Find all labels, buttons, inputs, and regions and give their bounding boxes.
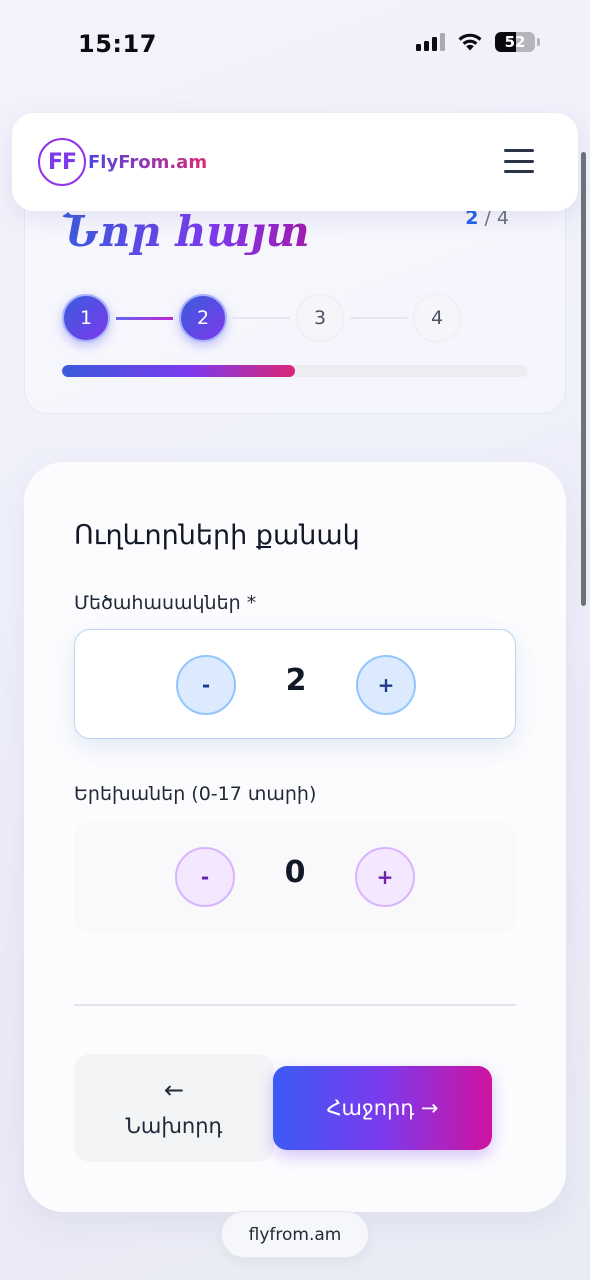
step-1: 1 [62,294,110,342]
site-header: FF FlyFrom.am [12,113,578,211]
adults-label: Մեծահասակներ * [74,592,257,614]
children-label: Երեխաներ (0-17 տարի) [74,783,317,805]
logo-badge: FF [38,138,86,186]
children-value: 0 [284,855,306,890]
previous-button[interactable]: ← Նախորդ [74,1054,274,1162]
step-4: 4 [413,294,461,342]
progress-fill [62,365,295,377]
divider [74,1004,516,1006]
step-2: 2 [179,294,227,342]
stepper: 1 2 3 4 [62,294,462,342]
logo[interactable]: FF FlyFrom.am [38,138,207,186]
step-connector [116,317,173,320]
form-card: Ուղևորների քանակ Մեծահասակներ * - 2 + Եր… [24,462,566,1212]
signal-icon [416,33,445,51]
children-decrement-button[interactable]: - [175,847,235,907]
next-button[interactable]: Հաջորդ → [273,1066,492,1150]
battery-percent: 52 [504,33,526,51]
adults-value: 2 [285,663,307,698]
adults-decrement-button[interactable]: - [176,655,236,715]
wifi-icon [458,33,482,51]
status-icons: 52 [416,32,540,52]
page-title: Նոր հայտ [61,207,310,256]
battery-cap [537,38,540,46]
scrollbar[interactable] [581,152,586,606]
status-bar: 15:17 52 [0,0,590,90]
logo-text: FlyFrom.am [88,151,208,173]
children-increment-button[interactable]: + [355,847,415,907]
progress-track [62,365,528,377]
step-connector [233,317,290,319]
battery-icon: 52 [495,32,535,52]
arrow-left-icon: ← [163,1076,185,1104]
previous-button-label: Նախորդ [125,1114,223,1138]
adults-counter: - 2 + [74,629,516,739]
section-title: Ուղևորների քանակ [74,520,360,551]
hamburger-menu-icon[interactable] [504,149,534,173]
step-connector [350,317,407,319]
status-time: 15:17 [78,30,157,58]
step-3: 3 [296,294,344,342]
adults-increment-button[interactable]: + [356,655,416,715]
url-pill[interactable]: flyfrom.am [221,1211,369,1258]
children-counter: - 0 + [74,822,516,932]
